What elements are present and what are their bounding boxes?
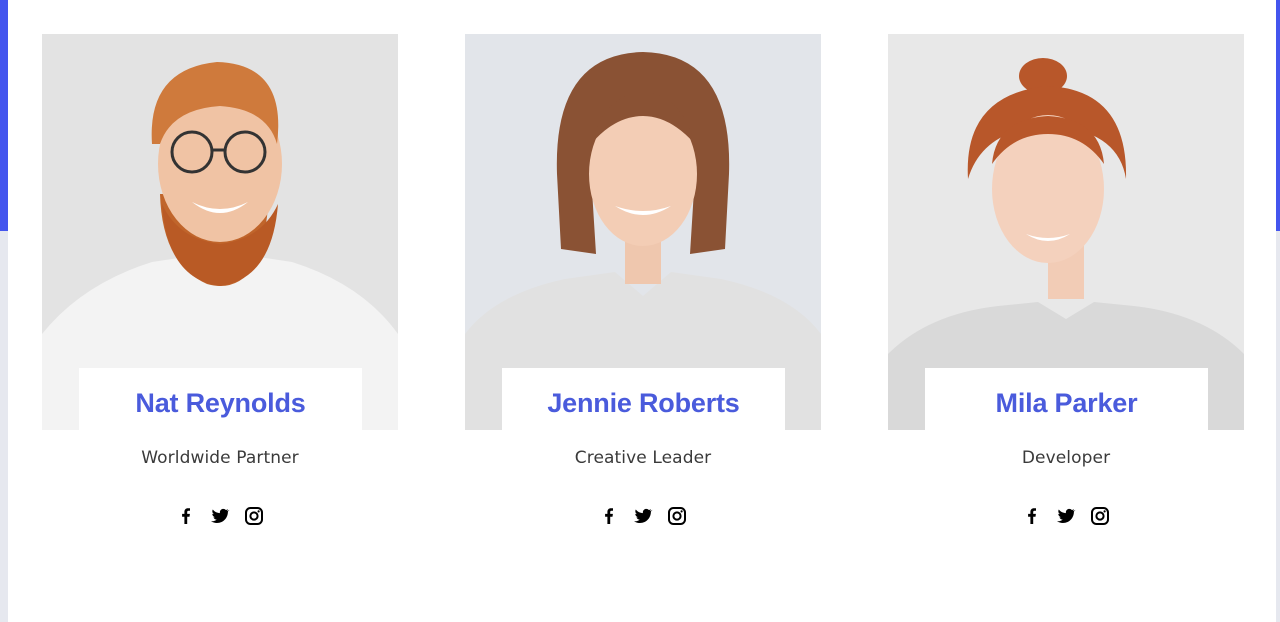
facebook-icon[interactable] <box>599 506 619 526</box>
member-name[interactable]: Nat Reynolds <box>79 368 362 430</box>
member-role: Developer <box>1021 448 1111 468</box>
name-box: Mila Parker <box>925 368 1208 430</box>
twitter-icon[interactable] <box>633 506 653 526</box>
social-links <box>42 506 398 528</box>
facebook-icon[interactable] <box>176 506 196 526</box>
instagram-icon[interactable] <box>244 506 264 526</box>
member-name[interactable]: Jennie Roberts <box>502 368 785 430</box>
team-photo-3: Mila Parker <box>888 34 1244 430</box>
twitter-icon[interactable] <box>1056 506 1076 526</box>
facebook-icon[interactable] <box>1022 506 1042 526</box>
left-edge-accent <box>0 0 8 231</box>
name-box: Nat Reynolds <box>79 368 362 430</box>
team-card-3: Mila Parker Developer <box>888 34 1244 528</box>
member-name[interactable]: Mila Parker <box>925 368 1208 430</box>
social-links <box>888 506 1244 528</box>
right-edge-strip <box>1276 0 1280 622</box>
right-edge-accent <box>1276 0 1280 231</box>
team-card-1: Nat Reynolds Worldwide Partner <box>42 34 398 528</box>
member-role: Worldwide Partner <box>141 448 299 468</box>
name-box: Jennie Roberts <box>502 368 785 430</box>
left-edge-strip <box>0 0 8 622</box>
instagram-icon[interactable] <box>1090 506 1110 526</box>
instagram-icon[interactable] <box>667 506 687 526</box>
twitter-icon[interactable] <box>210 506 230 526</box>
team-photo-1: Nat Reynolds <box>42 34 398 430</box>
team-card-2: Jennie Roberts Creative Leader <box>465 34 821 528</box>
social-links <box>465 506 821 528</box>
team-photo-2: Jennie Roberts <box>465 34 821 430</box>
member-role: Creative Leader <box>574 448 712 468</box>
